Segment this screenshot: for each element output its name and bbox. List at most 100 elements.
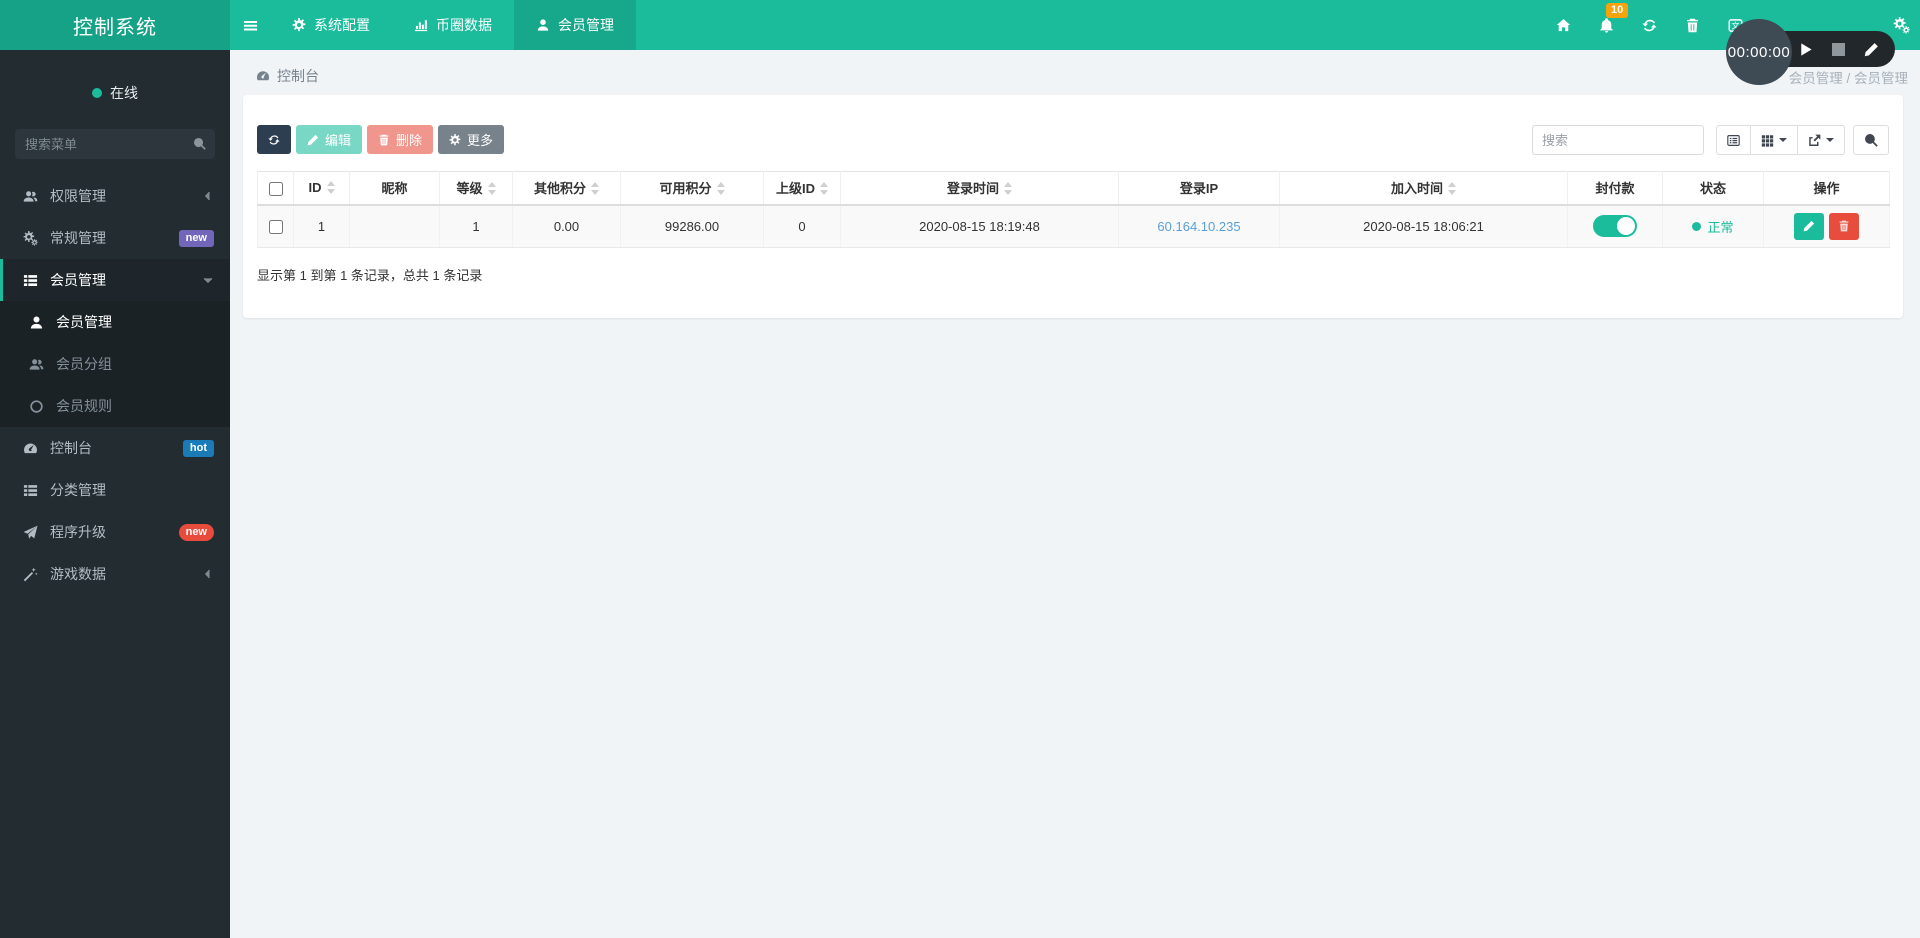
row-delete-button[interactable] bbox=[1829, 213, 1859, 240]
breadcrumb-title: 控制台 bbox=[277, 66, 319, 86]
sidebar-item-dashboard[interactable]: 控制台 hot bbox=[0, 427, 230, 469]
trash-icon bbox=[378, 134, 390, 146]
record-timer[interactable]: 00:00:00 bbox=[1726, 19, 1792, 85]
circle-icon bbox=[28, 399, 45, 414]
hot-badge: hot bbox=[183, 440, 214, 457]
cell-level: 1 bbox=[440, 205, 513, 248]
sort-icon bbox=[717, 182, 725, 195]
online-dot-icon bbox=[92, 88, 102, 98]
header-status: 状态 bbox=[1663, 172, 1764, 205]
breadcrumb-path: 会员管理 / 会员管理 bbox=[1789, 67, 1908, 87]
tab-coin-data[interactable]: 币圈数据 bbox=[392, 0, 514, 50]
sort-icon bbox=[820, 182, 828, 195]
settings-button[interactable] bbox=[1893, 0, 1910, 50]
users-icon bbox=[28, 357, 45, 372]
record-edit-button[interactable] bbox=[1864, 42, 1879, 57]
list-icon bbox=[22, 483, 39, 498]
hamburger-icon bbox=[243, 18, 258, 33]
sidebar-subitem-member-groups[interactable]: 会员分组 bbox=[0, 343, 230, 385]
header-parent-id[interactable]: 上级ID bbox=[764, 172, 841, 205]
cell-login-time: 2020-08-15 18:19:48 bbox=[841, 205, 1119, 248]
clear-cache-button[interactable] bbox=[1683, 18, 1701, 33]
table-toolbar: 编辑 删除 更多 bbox=[257, 125, 1889, 155]
sidebar-item-label: 会员分组 bbox=[56, 354, 112, 374]
sidebar-toggle-button[interactable] bbox=[230, 0, 270, 50]
sidebar-item-members[interactable]: 会员管理 bbox=[0, 259, 230, 301]
cell-id: 1 bbox=[294, 205, 350, 248]
toggle-knob bbox=[1617, 217, 1635, 235]
toggle-search-button[interactable] bbox=[1853, 125, 1889, 155]
app-logo: 控制系统 bbox=[0, 0, 230, 50]
sidebar-item-general[interactable]: 常规管理 new bbox=[0, 217, 230, 259]
delete-button[interactable]: 删除 bbox=[367, 125, 433, 154]
record-stop-button[interactable] bbox=[1832, 43, 1845, 56]
cell-join-time: 2020-08-15 18:06:21 bbox=[1280, 205, 1568, 248]
select-all-checkbox[interactable] bbox=[269, 182, 283, 196]
login-ip-link[interactable]: 60.164.10.235 bbox=[1157, 219, 1240, 234]
sidebar-menu: 权限管理 常规管理 new 会员管理 会员管理 会员分组 会员规则 bbox=[0, 175, 230, 595]
record-play-button[interactable] bbox=[1798, 42, 1813, 57]
header-nickname: 昵称 bbox=[350, 172, 440, 205]
sidebar-item-upgrade[interactable]: 程序升级 new bbox=[0, 511, 230, 553]
table-header-row: ID 昵称 等级 其他积分 可用积分 上级ID 登录时间 登录IP 加入时间 封… bbox=[258, 172, 1890, 205]
sort-icon bbox=[488, 182, 496, 195]
refresh-table-button[interactable] bbox=[257, 125, 291, 154]
tab-label: 币圈数据 bbox=[436, 15, 492, 35]
columns-dropdown-button[interactable] bbox=[1750, 125, 1798, 155]
pencil-icon bbox=[1803, 220, 1815, 232]
members-table: ID 昵称 等级 其他积分 可用积分 上级ID 登录时间 登录IP 加入时间 封… bbox=[257, 171, 1890, 248]
refresh-page-button[interactable] bbox=[1640, 18, 1658, 33]
payment-toggle-switch[interactable] bbox=[1593, 215, 1637, 237]
export-dropdown-button[interactable] bbox=[1797, 125, 1845, 155]
sidebar-item-categories[interactable]: 分类管理 bbox=[0, 469, 230, 511]
sidebar-item-label: 会员管理 bbox=[50, 270, 106, 290]
row-edit-button[interactable] bbox=[1794, 213, 1824, 240]
sidebar-item-permissions[interactable]: 权限管理 bbox=[0, 175, 230, 217]
main-content: 控制台 会员管理 / 会员管理 编辑 删除 更多 bbox=[230, 50, 1920, 938]
chevron-left-icon bbox=[202, 568, 214, 580]
status-dot-icon bbox=[1692, 222, 1701, 231]
magic-wand-icon bbox=[22, 567, 39, 582]
sidebar-item-game-data[interactable]: 游戏数据 bbox=[0, 553, 230, 595]
user-icon bbox=[28, 315, 45, 330]
sidebar: 在线 权限管理 常规管理 new 会员管理 会员管理 会员 bbox=[0, 50, 230, 938]
tab-system-config[interactable]: 系统配置 bbox=[270, 0, 392, 50]
cell-other-points: 0.00 bbox=[513, 205, 621, 248]
sidebar-item-label: 常规管理 bbox=[50, 228, 106, 248]
user-icon bbox=[536, 18, 550, 32]
tab-label: 会员管理 bbox=[558, 15, 614, 35]
search-icon bbox=[193, 137, 206, 150]
header-id[interactable]: ID bbox=[294, 172, 350, 205]
row-checkbox[interactable] bbox=[269, 220, 283, 234]
sidebar-subitem-member-management[interactable]: 会员管理 bbox=[0, 301, 230, 343]
detail-view-button[interactable] bbox=[1716, 125, 1751, 155]
trash-icon bbox=[1685, 18, 1700, 33]
caret-down-icon bbox=[1826, 138, 1834, 146]
notification-badge: 10 bbox=[1606, 3, 1628, 18]
more-button[interactable]: 更多 bbox=[438, 125, 504, 154]
trash-icon bbox=[1838, 220, 1850, 232]
list-icon bbox=[22, 273, 39, 288]
header-login-time[interactable]: 登录时间 bbox=[841, 172, 1119, 205]
menu-search-input[interactable] bbox=[15, 129, 215, 159]
table-row: 1 1 0.00 99286.00 0 2020-08-15 18:19:48 … bbox=[258, 205, 1890, 248]
home-button[interactable] bbox=[1554, 18, 1572, 33]
sidebar-item-label: 程序升级 bbox=[50, 522, 106, 542]
cell-nickname bbox=[350, 205, 440, 248]
notifications-button[interactable]: 10 bbox=[1597, 18, 1615, 33]
sidebar-subitem-member-rules[interactable]: 会员规则 bbox=[0, 385, 230, 427]
new-badge: new bbox=[179, 524, 214, 541]
edit-button[interactable]: 编辑 bbox=[296, 125, 362, 154]
sort-icon bbox=[591, 182, 599, 195]
header-other-points[interactable]: 其他积分 bbox=[513, 172, 621, 205]
cogs-icon bbox=[22, 231, 39, 246]
header-level[interactable]: 等级 bbox=[440, 172, 513, 205]
sort-icon bbox=[1448, 182, 1456, 195]
table-search-input[interactable] bbox=[1532, 125, 1704, 155]
refresh-icon bbox=[1642, 18, 1657, 33]
header-join-time[interactable]: 加入时间 bbox=[1280, 172, 1568, 205]
detail-view-icon bbox=[1727, 134, 1740, 147]
header-available-points[interactable]: 可用积分 bbox=[621, 172, 764, 205]
top-navbar: 控制系统 系统配置 币圈数据 会员管理 10 文 bbox=[0, 0, 1920, 50]
tab-member-management[interactable]: 会员管理 bbox=[514, 0, 636, 50]
